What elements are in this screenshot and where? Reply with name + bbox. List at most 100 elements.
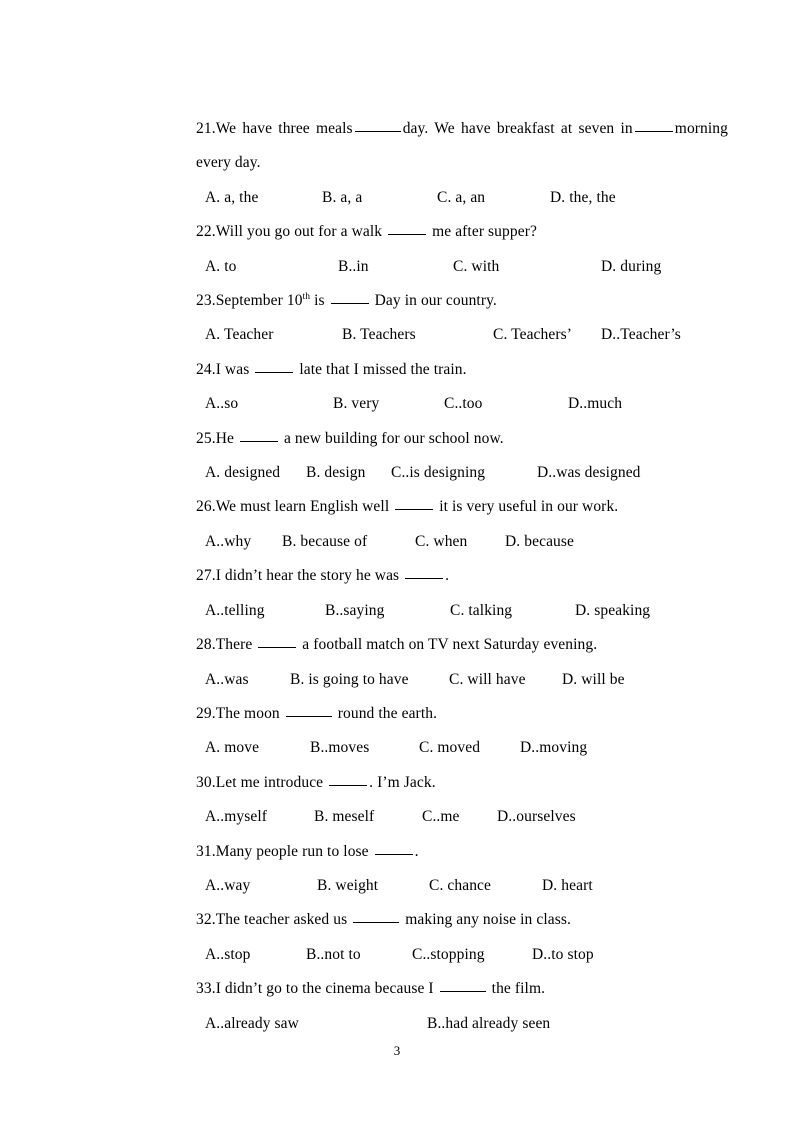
option-c-q24[interactable]: C..too: [444, 387, 568, 421]
exam-questions-body: 21.We have three meals day. We have break…: [196, 112, 728, 1041]
option-b-q31[interactable]: B. weight: [317, 869, 429, 903]
option-a-q27[interactable]: A..telling: [205, 594, 325, 628]
option-b-q24[interactable]: B. very: [333, 387, 444, 421]
question-stem-q23: 23.September 10th is Day in our country.: [196, 284, 728, 318]
option-d-q25[interactable]: D..was designed: [537, 456, 641, 490]
question-number-q25: 25.: [196, 429, 216, 447]
option-c-q21[interactable]: C. a, an: [437, 181, 550, 215]
answer-blank: [395, 509, 434, 511]
question-text-q32-b: making any noise in class.: [405, 911, 571, 929]
question-number-q26: 26.: [196, 498, 216, 516]
page-number: 3: [393, 1043, 401, 1058]
option-d-q24[interactable]: D..much: [568, 387, 622, 421]
question-text-q29-a: The moon: [215, 704, 280, 722]
options-row-q29: A. move B..moves C. moved D..moving: [196, 731, 728, 765]
question-number-q30: 30.: [196, 773, 216, 791]
question-stem-q30: 30.Let me introduce . I’m Jack.: [196, 766, 728, 800]
question-number-q28: 28.: [196, 636, 216, 654]
answer-blank: [255, 371, 294, 373]
option-c-q32[interactable]: C..stopping: [412, 938, 532, 972]
question-number-q22: 22.: [196, 223, 216, 241]
option-a-q29[interactable]: A. move: [205, 731, 310, 765]
question-stem-q33: 33.I didn’t go to the cinema because I t…: [196, 972, 728, 1006]
option-d-q26[interactable]: D. because: [505, 525, 574, 559]
question-text-q27-a: I didn’t hear the story he was: [215, 567, 400, 585]
option-d-q31[interactable]: D. heart: [542, 869, 593, 903]
option-c-q28[interactable]: C. will have: [449, 663, 562, 697]
option-c-q22[interactable]: C. with: [453, 250, 601, 284]
option-d-q29[interactable]: D..moving: [520, 731, 587, 765]
question-text-q31-b: .: [414, 842, 419, 860]
question-text-q28-a: There: [215, 636, 253, 654]
question-stem-q27: 27.I didn’t hear the story he was .: [196, 559, 728, 593]
option-b-q22[interactable]: B..in: [338, 250, 453, 284]
option-a-q22[interactable]: A. to: [205, 250, 338, 284]
answer-blank: [239, 440, 278, 442]
option-b-q27[interactable]: B..saying: [325, 594, 450, 628]
question-number-q32: 32.: [196, 911, 216, 929]
question-stem-q28: 28.There a football match on TV next Sat…: [196, 628, 728, 662]
option-d-q27[interactable]: D. speaking: [575, 594, 650, 628]
option-a-q31[interactable]: A..way: [205, 869, 317, 903]
option-a-q23[interactable]: A. Teacher: [205, 318, 342, 352]
question-stem-q21-line2: every day.: [196, 154, 261, 172]
option-a-q32[interactable]: A..stop: [205, 938, 306, 972]
option-b-q28[interactable]: B. is going to have: [290, 663, 449, 697]
question-stem-q21-line1: 21.We have three meals day. We have break…: [196, 112, 728, 146]
option-a-q28[interactable]: A..was: [205, 663, 290, 697]
question-text-q24-b: late that I missed the train.: [299, 360, 467, 378]
answer-blank: [354, 131, 401, 132]
option-d-q23[interactable]: D..Teacher’s: [601, 318, 681, 352]
option-a-q33[interactable]: A..already saw: [205, 1007, 427, 1041]
option-a-q25[interactable]: A. designed: [205, 456, 306, 490]
options-row-q31: A..way B. weight C. chance D. heart: [196, 869, 728, 903]
option-b-q30[interactable]: B. meself: [314, 800, 422, 834]
answer-blank: [405, 578, 444, 580]
answer-blank: [285, 715, 332, 717]
question-text-q22-b: me after supper?: [432, 223, 537, 241]
question-text-q21-b: day. We have breakfast at seven in: [402, 120, 633, 137]
option-b-q26[interactable]: B. because of: [282, 525, 415, 559]
option-a-q21[interactable]: A. a, the: [205, 181, 322, 215]
options-row-q27: A..telling B..saying C. talking D. speaking: [196, 594, 728, 628]
option-b-q25[interactable]: B. design: [306, 456, 391, 490]
option-c-q25[interactable]: C..is designing: [391, 456, 537, 490]
option-d-q22[interactable]: D. during: [601, 250, 661, 284]
answer-blank: [388, 234, 427, 236]
option-b-q29[interactable]: B..moves: [310, 731, 419, 765]
options-row-q28: A..was B. is going to have C. will have D. …: [196, 663, 728, 697]
option-a-q24[interactable]: A..so: [205, 387, 333, 421]
question-stem-q24: 24.I was late that I missed the train.: [196, 353, 728, 387]
option-c-q23[interactable]: C. Teachers’: [493, 318, 601, 352]
option-b-q33[interactable]: B..had already seen: [427, 1007, 550, 1041]
option-b-q21[interactable]: B. a, a: [322, 181, 437, 215]
question-text-q23-a: September 10: [215, 292, 303, 310]
answer-blank: [353, 922, 400, 924]
option-d-q21[interactable]: D. the, the: [550, 181, 616, 215]
question-text-q26-b: it is very useful in our work.: [439, 498, 619, 516]
question-text-q21-c: morning: [674, 120, 729, 137]
option-b-q23[interactable]: B. Teachers: [342, 318, 493, 352]
question-number-q27: 27.: [196, 567, 216, 585]
option-b-q32[interactable]: B..not to: [306, 938, 412, 972]
option-d-q28[interactable]: D. will be: [562, 663, 625, 697]
question-number-q24: 24.: [196, 360, 216, 378]
question-stem-q25: 25.He a new building for our school now.: [196, 422, 728, 456]
option-c-q30[interactable]: C..me: [422, 800, 497, 834]
question-stem-q31: 31.Many people run to lose .: [196, 835, 728, 869]
answer-blank: [634, 131, 673, 132]
options-row-q32: A..stop B..not to C..stopping D..to stop: [196, 938, 728, 972]
option-a-q26[interactable]: A..why: [205, 525, 282, 559]
question-text-q24-a: I was: [215, 360, 250, 378]
option-c-q29[interactable]: C. moved: [419, 731, 520, 765]
ordinal-suffix: th: [302, 291, 311, 302]
option-d-q32[interactable]: D..to stop: [532, 938, 594, 972]
options-row-q22: A. to B..in C. with D. during: [196, 250, 728, 284]
option-c-q27[interactable]: C. talking: [450, 594, 575, 628]
question-number-q21: 21.: [196, 120, 216, 137]
option-d-q30[interactable]: D..ourselves: [497, 800, 576, 834]
option-a-q30[interactable]: A..myself: [205, 800, 314, 834]
answer-blank: [439, 991, 486, 993]
option-c-q26[interactable]: C. when: [415, 525, 505, 559]
option-c-q31[interactable]: C. chance: [429, 869, 542, 903]
